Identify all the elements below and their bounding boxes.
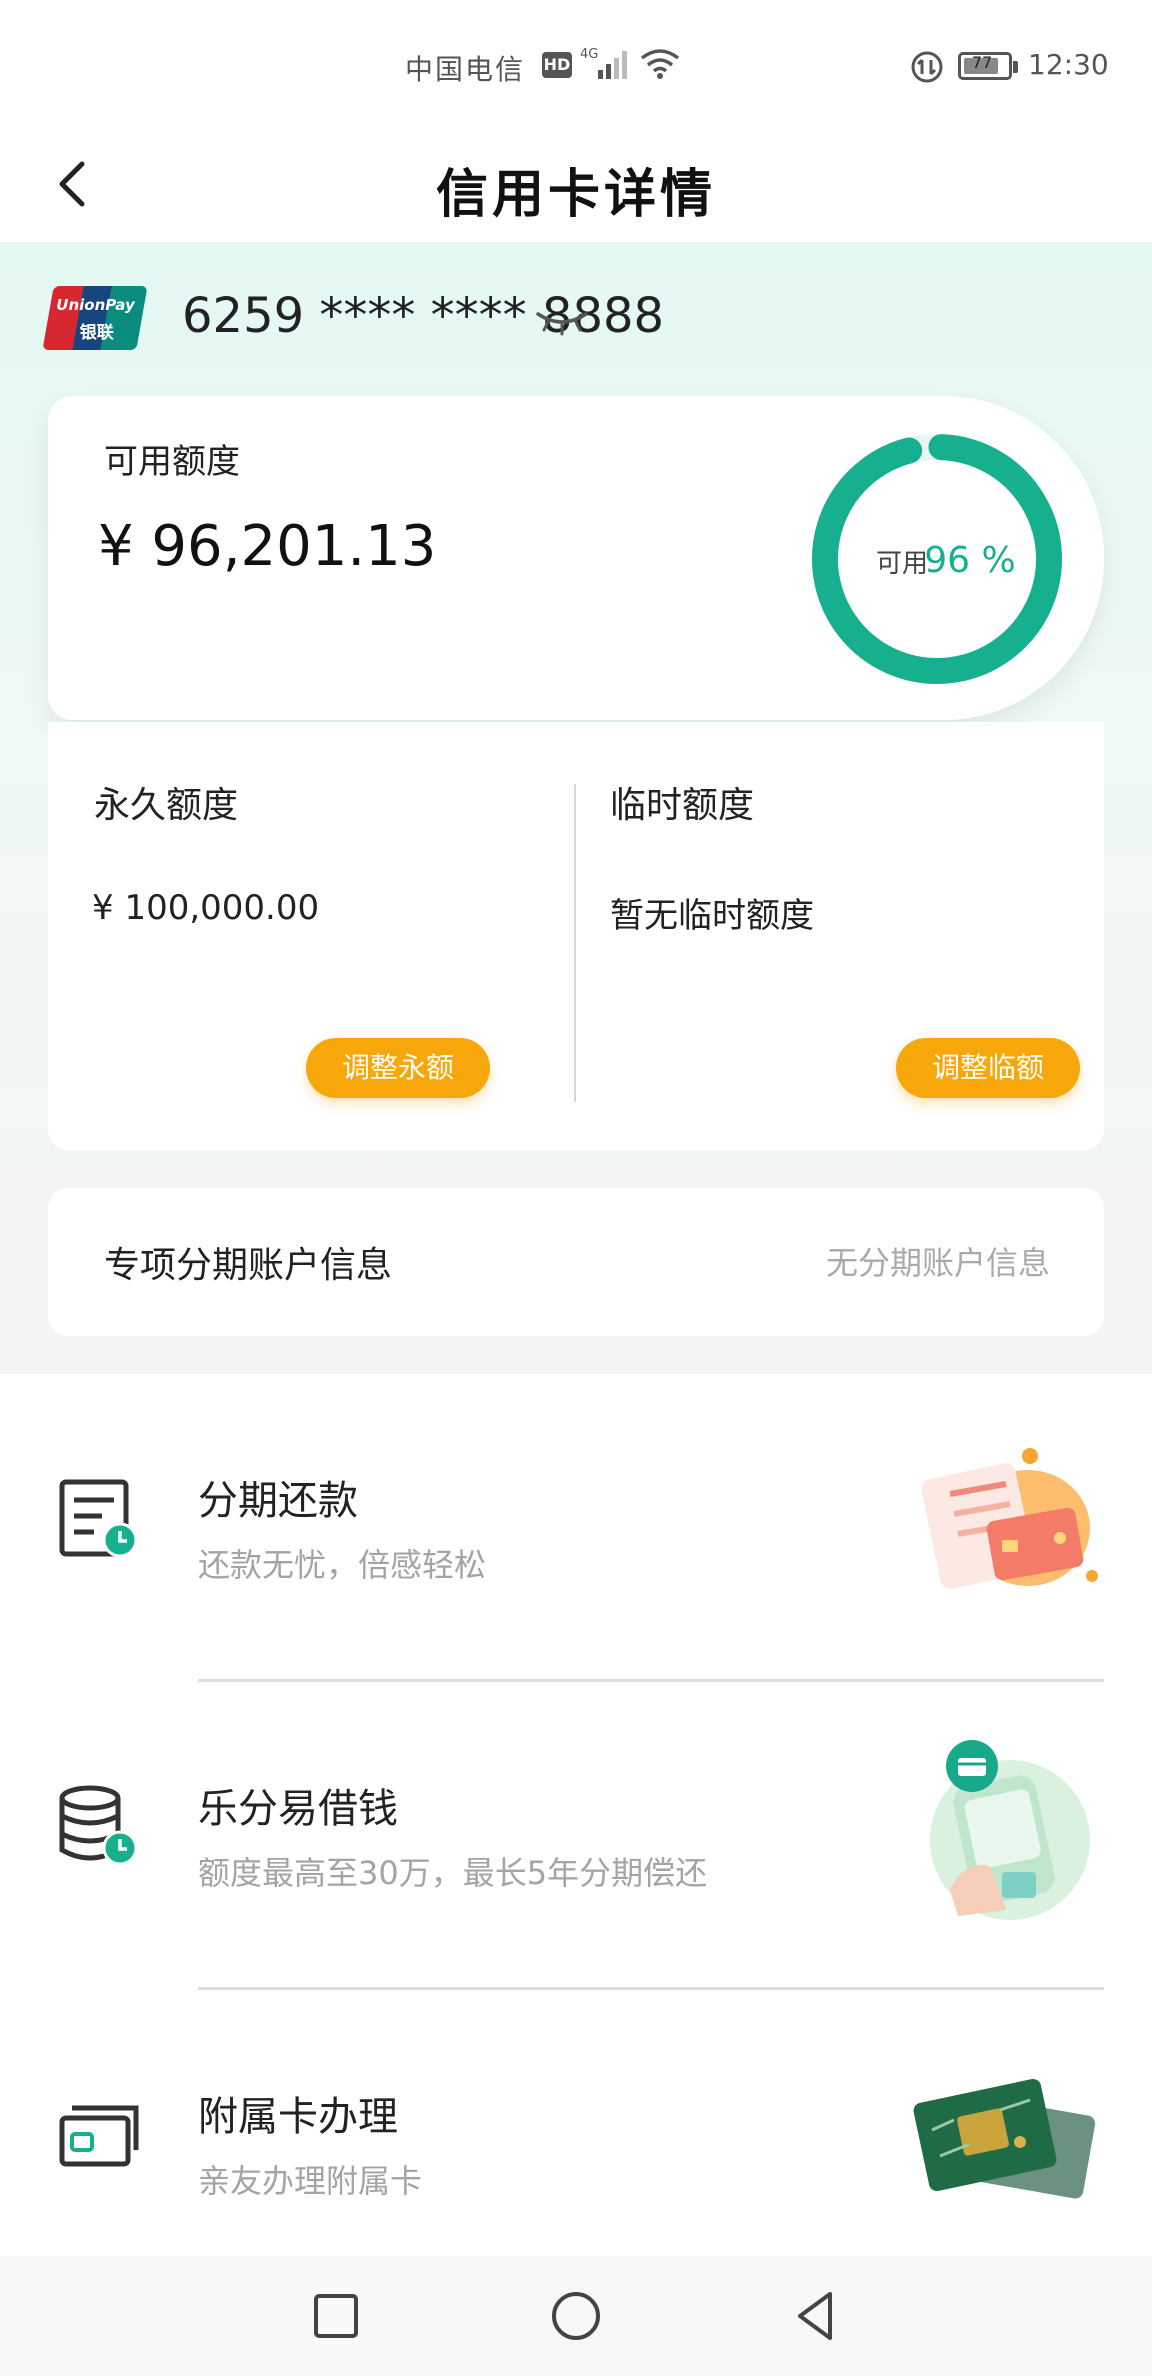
card-stack-icon — [56, 2092, 146, 2176]
service-subtitle: 还款无忧，倍感轻松 — [198, 1546, 487, 1584]
network-type: 4G — [580, 47, 598, 62]
adjust-temporary-limit-button[interactable]: 调整临额 — [896, 1038, 1080, 1098]
permanent-limit-column: 永久额度 ¥ 100,000.00 调整永额 — [48, 722, 576, 1150]
battery-icon: 77 — [958, 52, 1018, 80]
credit-cards-illustration — [910, 2070, 1100, 2224]
permanent-limit-title: 永久额度 — [94, 785, 239, 826]
clock: 12:30 — [1028, 48, 1109, 81]
service-item-easy-loan[interactable]: 乐分易借钱 额度最高至30万，最长5年分期偿还 — [0, 1682, 1152, 1990]
available-credit-card: 可用额度 ¥ 96,201.13 可用 96 % — [48, 396, 1104, 720]
installment-account-row[interactable]: 专项分期账户信息 无分期账户信息 — [48, 1188, 1104, 1336]
page-title: 信用卡详情 — [435, 165, 716, 225]
available-percent-ring: 可用 96 % — [812, 434, 1062, 684]
card-number: 6259 **** **** 8888 — [182, 288, 665, 344]
triangle-back-icon — [798, 2292, 832, 2340]
ring-percent: 96 % — [924, 540, 1015, 581]
ring-label: 可用 — [876, 549, 928, 579]
credit-limits-card: 永久额度 ¥ 100,000.00 调整永额 临时额度 暂无临时额度 调整临额 — [48, 722, 1104, 1150]
service-title: 分期还款 — [198, 1478, 358, 1524]
status-bar: 中国电信 HD 4G 77 12:30 — [0, 0, 1152, 130]
battery-level: 77 — [971, 53, 993, 72]
permanent-limit-value: ¥ 100,000.00 — [92, 888, 320, 928]
unionpay-logo: UnionPay 银联 — [42, 286, 148, 350]
service-title: 附属卡办理 — [198, 2094, 398, 2140]
back-nav-button[interactable] — [786, 2286, 846, 2346]
recents-button[interactable] — [306, 2286, 366, 2346]
square-icon — [314, 2294, 358, 2338]
hd-badge: HD — [542, 52, 572, 78]
eye-closed-icon[interactable] — [536, 308, 588, 342]
system-nav-bar — [0, 2256, 1152, 2376]
installment-account-value: 无分期账户信息 — [825, 1244, 1050, 1282]
bill-clock-icon — [56, 1474, 146, 1568]
service-item-supplementary-card[interactable]: 附属卡办理 亲友办理附属卡 — [0, 1990, 1152, 2298]
card-summary-section: UnionPay 银联 6259 **** **** 8888 可用额度 ¥ 9… — [0, 242, 1152, 1374]
available-credit-amount: ¥ 96,201.13 — [98, 514, 437, 579]
carrier-name: 中国电信 — [405, 53, 526, 86]
unionpay-logo-text: UnionPay — [56, 296, 135, 314]
home-button[interactable] — [546, 2286, 606, 2346]
service-title: 乐分易借钱 — [198, 1786, 398, 1832]
temporary-limit-column: 临时额度 暂无临时额度 调整临额 — [576, 722, 1104, 1150]
service-subtitle: 亲友办理附属卡 — [198, 2162, 423, 2200]
service-subtitle: 额度最高至30万，最长5年分期偿还 — [198, 1854, 708, 1892]
phone-hand-illustration — [910, 1740, 1100, 1924]
top-app-bar: 信用卡详情 — [0, 130, 1152, 242]
coins-clock-icon — [56, 1782, 146, 1876]
bill-card-illustration — [910, 1448, 1100, 1602]
temporary-limit-value: 暂无临时额度 — [610, 896, 814, 936]
installment-account-label: 专项分期账户信息 — [104, 1245, 393, 1286]
signal-icon: 4G — [580, 46, 636, 89]
unionpay-logo-cn: 银联 — [79, 323, 114, 343]
data-saver-icon — [910, 50, 944, 91]
circle-icon — [552, 2292, 600, 2340]
available-credit-label: 可用额度 — [104, 442, 240, 482]
temporary-limit-title: 临时额度 — [610, 785, 755, 826]
adjust-permanent-limit-button[interactable]: 调整永额 — [306, 1038, 490, 1098]
wifi-icon — [640, 48, 680, 87]
service-item-installment-repayment[interactable]: 分期还款 还款无忧，倍感轻松 — [0, 1374, 1152, 1682]
